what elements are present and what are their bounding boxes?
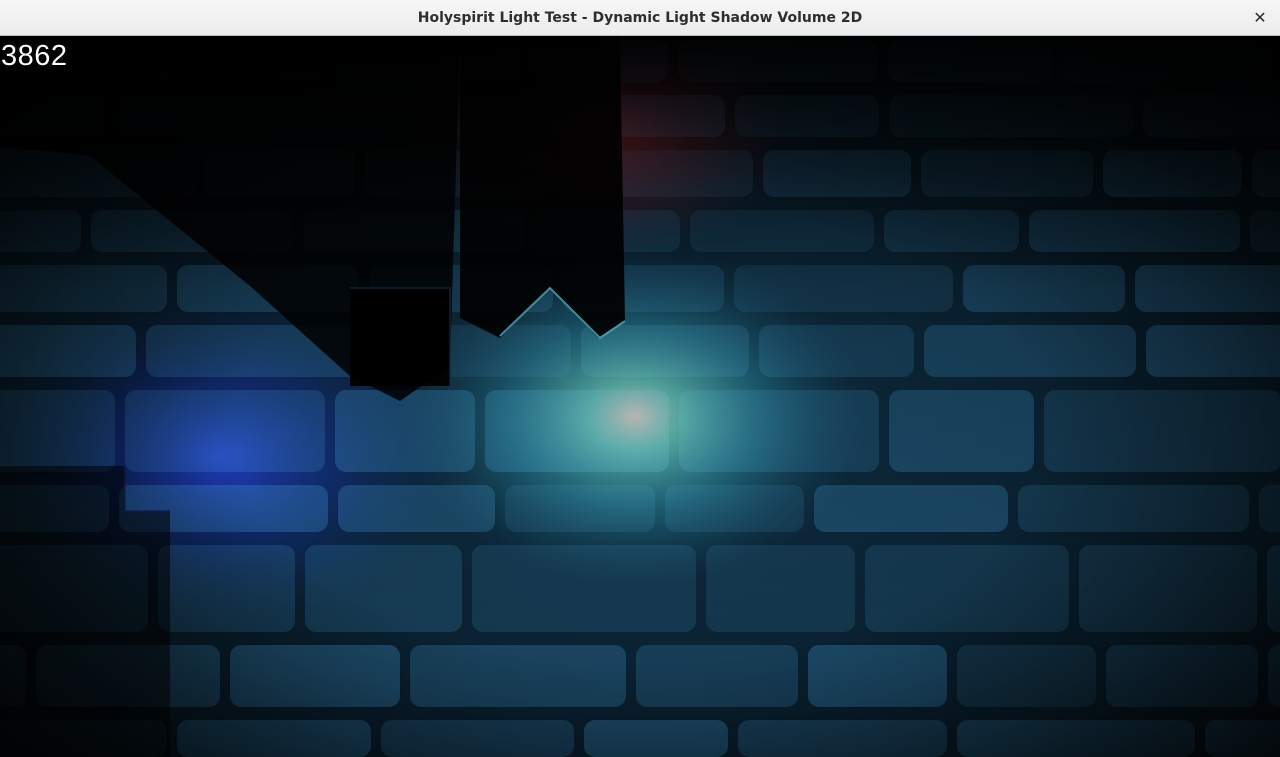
vignette (0, 36, 1280, 757)
window-title: Holyspirit Light Test - Dynamic Light Sh… (417, 10, 863, 26)
close-icon[interactable]: ✕ (1248, 6, 1272, 30)
title-bar[interactable]: Holyspirit Light Test - Dynamic Light Sh… (0, 0, 1280, 36)
light-scene-canvas (0, 36, 1280, 757)
game-viewport[interactable]: 3862 (0, 36, 1280, 757)
app-window: Holyspirit Light Test - Dynamic Light Sh… (0, 0, 1280, 757)
fps-counter: 3862 (1, 40, 68, 72)
